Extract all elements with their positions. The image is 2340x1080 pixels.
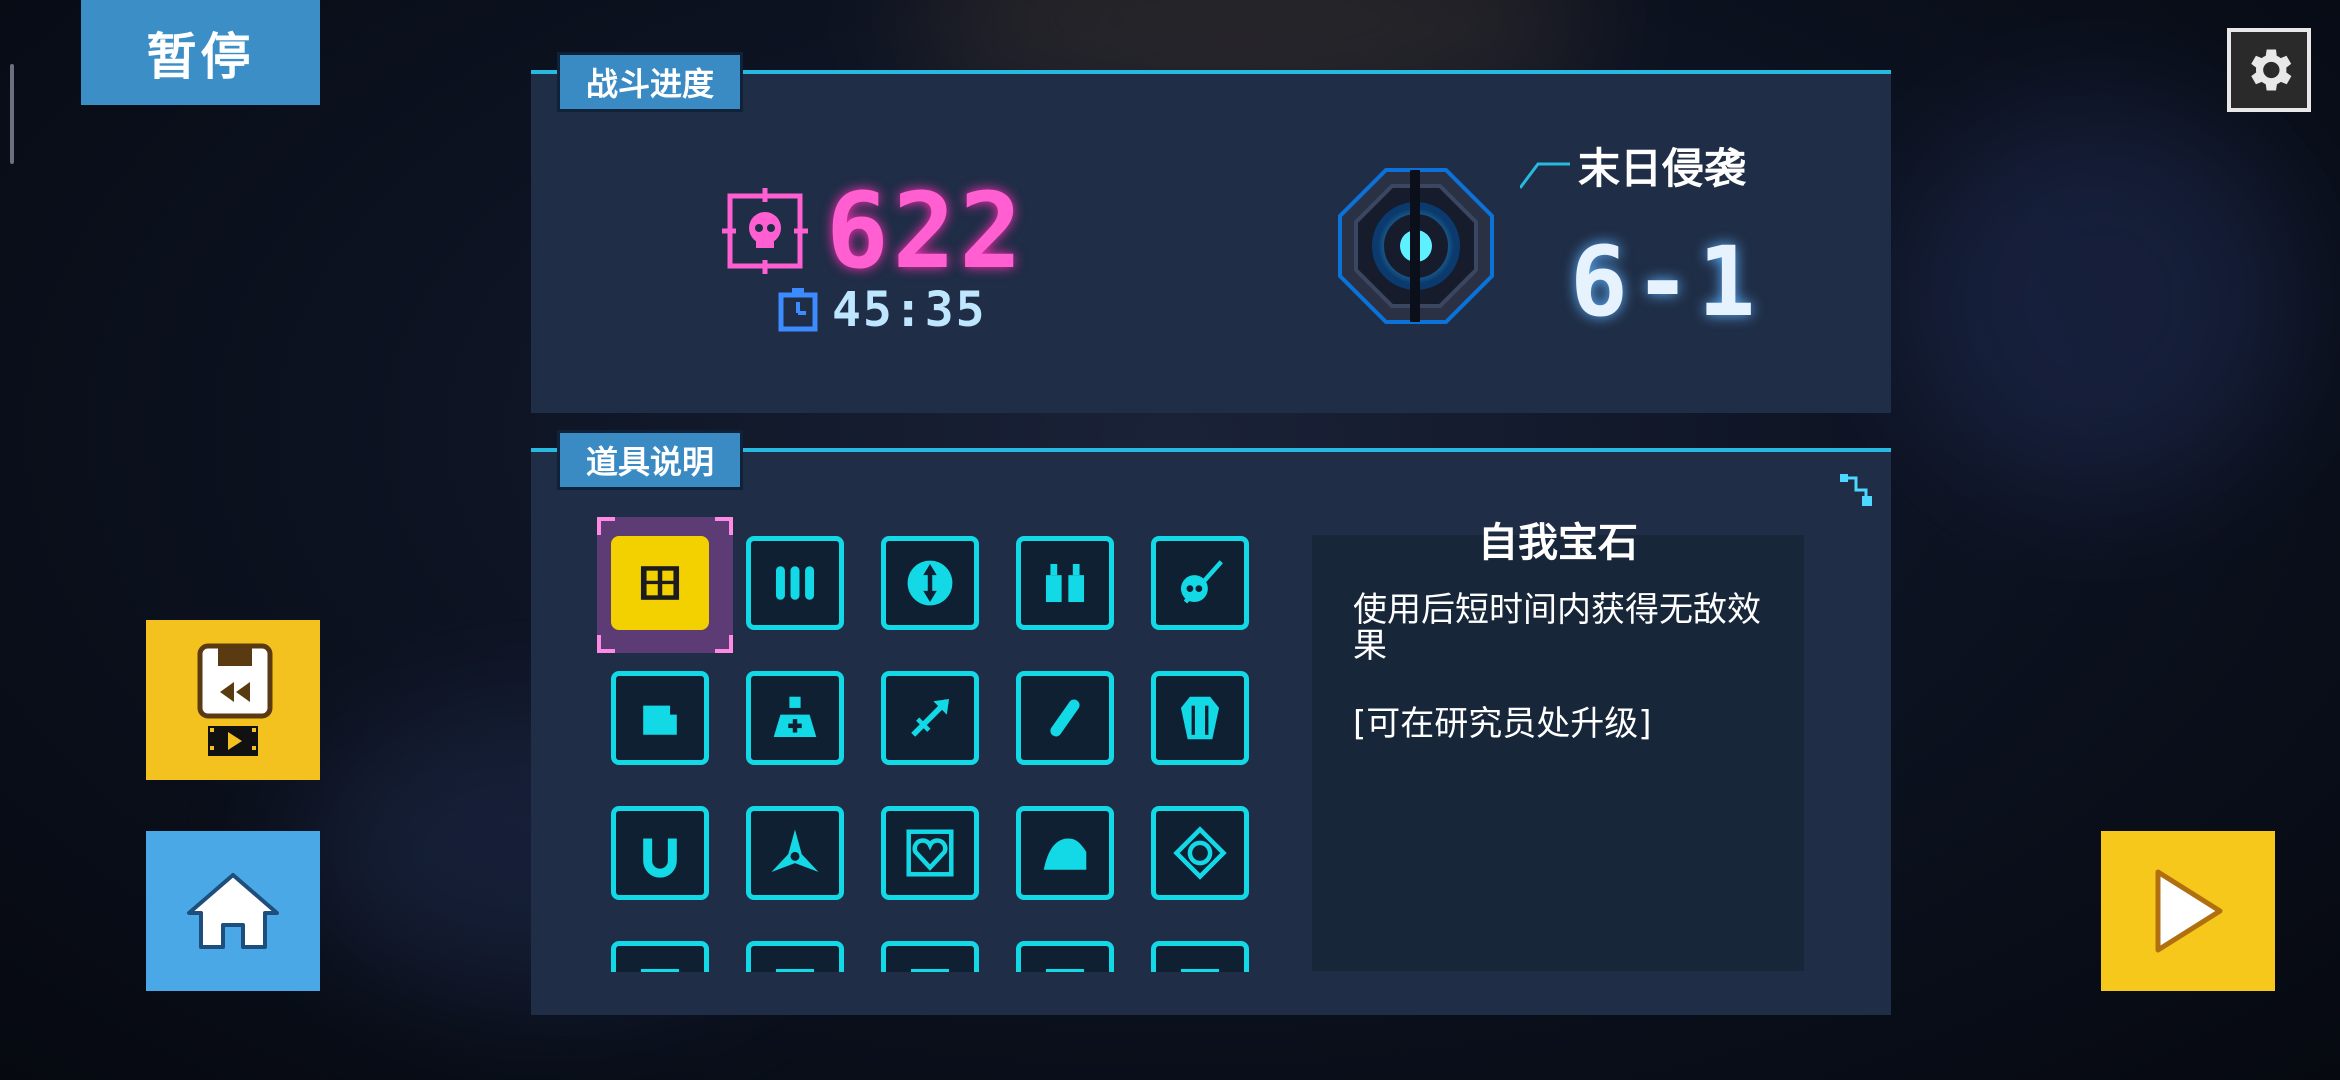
item-slot[interactable]	[1016, 941, 1114, 972]
continue-button[interactable]	[2101, 831, 2275, 991]
item-16-icon	[640, 968, 680, 972]
boss-emblem-icon	[1338, 168, 1494, 324]
item-slot[interactable]	[1151, 806, 1249, 900]
stopwatch-icon	[778, 288, 818, 332]
item-slot[interactable]	[611, 536, 709, 630]
stage-accent-line	[1520, 162, 1570, 189]
kill-count: 622	[826, 170, 1026, 292]
coffin-icon	[1180, 696, 1220, 740]
item-20-icon	[1180, 968, 1220, 972]
stage-name: 末日侵袭	[1578, 144, 1747, 193]
bottles-icon	[1045, 563, 1085, 603]
item-slot[interactable]	[746, 806, 844, 900]
timer-value: 45:35	[832, 282, 987, 338]
item-slot[interactable]	[611, 941, 709, 972]
item-info-tag: 道具说明	[557, 430, 744, 490]
kill-counter: 622	[722, 170, 1026, 292]
replay-button[interactable]	[146, 620, 320, 780]
item-description: 使用后短时间内获得无敌效果	[1353, 590, 1761, 666]
item-slot[interactable]	[746, 536, 844, 630]
side-handle[interactable]	[10, 64, 14, 164]
ammo-icon	[775, 566, 815, 600]
shuriken-icon	[771, 829, 819, 873]
pause-title: 暂停	[81, 0, 320, 105]
fist-icon	[643, 705, 677, 735]
play-icon	[2155, 869, 2223, 953]
item-slot[interactable]	[881, 806, 979, 900]
home-icon	[187, 873, 279, 949]
replay-video-icon	[197, 643, 273, 756]
item-grid	[611, 536, 1291, 972]
battle-progress-tag: 战斗进度	[557, 52, 744, 112]
item-slot[interactable]	[611, 806, 709, 900]
heart-icon	[906, 829, 954, 877]
muscle-icon	[1043, 838, 1087, 870]
item-upgrade-note: [可在研究员处升级]	[1353, 704, 1652, 744]
expand-icon[interactable]	[1838, 472, 1874, 508]
item-slot[interactable]	[881, 536, 979, 630]
item-18-icon	[910, 968, 950, 972]
item-slot[interactable]	[1016, 536, 1114, 630]
arrow-target-icon	[911, 698, 950, 737]
item-slot[interactable]	[881, 671, 979, 765]
item-title: 自我宝石	[1478, 520, 1638, 566]
stage-number: 6-1	[1570, 226, 1762, 338]
skull-sword-icon	[1180, 560, 1223, 604]
item-slot[interactable]	[1016, 671, 1114, 765]
skull-target-icon	[722, 188, 808, 274]
item-slot[interactable]	[1016, 806, 1114, 900]
item-slot[interactable]	[1151, 671, 1249, 765]
settings-button[interactable]	[2227, 28, 2311, 112]
diamond-eye-icon	[1173, 826, 1227, 880]
item-slot[interactable]	[881, 941, 979, 972]
gear-icon	[2251, 49, 2292, 91]
self-gem-icon	[640, 566, 680, 600]
item-slot[interactable]	[746, 671, 844, 765]
item-slot[interactable]	[746, 941, 844, 972]
potion-icon	[773, 696, 817, 738]
syringe-icon	[1050, 699, 1080, 737]
magnet-icon	[643, 838, 677, 878]
battle-timer: 45:35	[778, 282, 987, 338]
item-slot[interactable]	[1151, 536, 1249, 630]
item-slot[interactable]	[1151, 941, 1249, 972]
item-17-icon	[775, 968, 815, 972]
item-slot[interactable]	[611, 671, 709, 765]
item-19-icon	[1045, 968, 1085, 972]
vertical-arrows-icon	[907, 560, 953, 606]
home-button[interactable]	[146, 831, 320, 991]
